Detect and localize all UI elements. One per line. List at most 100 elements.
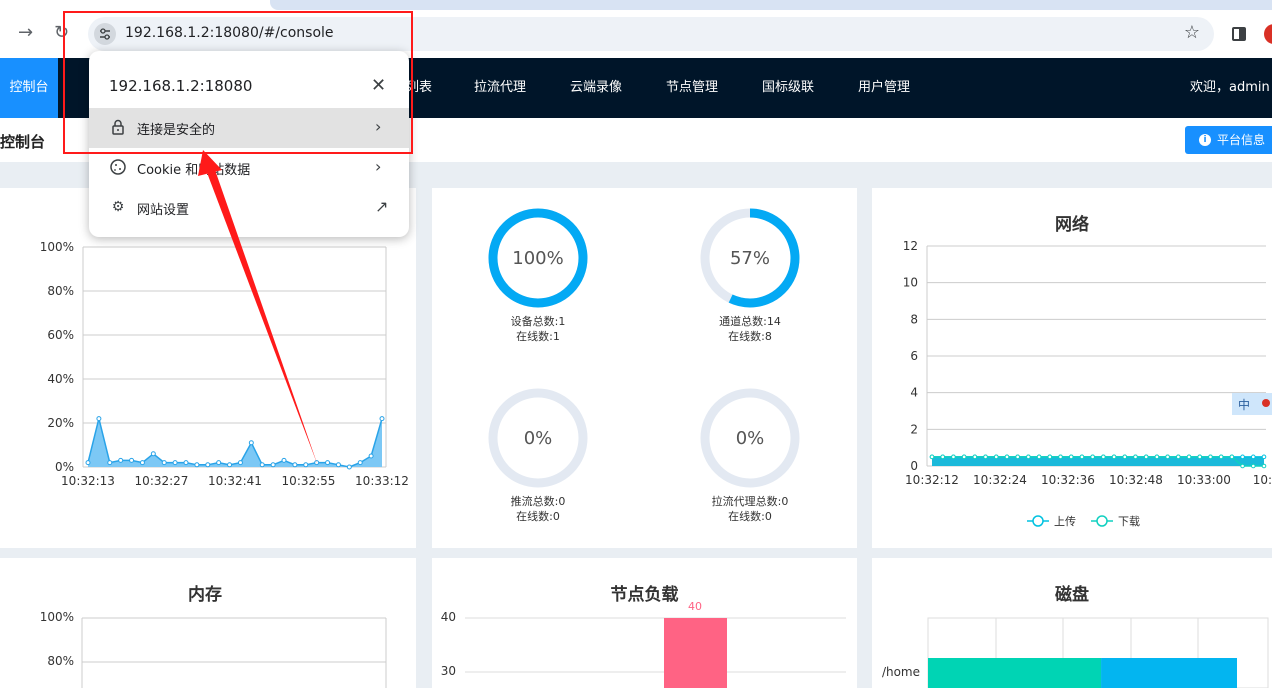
page-title: 控制台 [0,133,46,151]
net-ytick: 4 [910,386,918,400]
cpu-point [216,460,222,466]
stat-label: 拉流代理总数:0 在线数:0 [690,494,810,524]
net-point [1250,463,1256,469]
cpu-point [118,457,124,463]
net-point [1004,454,1010,460]
legend-marker [1032,515,1044,527]
nav-item-user-manage[interactable]: 用户管理 [858,58,910,118]
cpu-panel: 100% 80% 60% 40% 20% 0% 10:32:13 10:32:27 10:32:… [0,188,416,548]
node-ytick: 30 [441,664,456,678]
net-point [1250,454,1256,460]
stat-total: 推流总数:0 [510,495,566,508]
stat-total: 通道总数:14 [719,315,781,328]
stat-online: 在线数:0 [728,510,772,523]
cpu-point [379,416,385,422]
cpu-point [314,460,320,466]
net-point [1240,463,1245,469]
net-point [1186,454,1192,460]
net-ytick: 8 [910,312,918,326]
net-ytick: 12 [903,239,918,253]
net-point [1240,454,1245,460]
node-load-bar [664,618,727,688]
platform-info-button[interactable]: i 平台信息 [1185,126,1272,154]
cpu-ytick: 40% [47,372,74,386]
nav-item-cloud-record[interactable]: 云端录像 [570,58,622,118]
net-point [1165,454,1170,460]
ime-dot-icon [1262,399,1270,407]
cpu-point [172,460,178,466]
cpu-point [259,462,265,468]
nav-item-node-manage[interactable]: 节点管理 [666,58,718,118]
stat-label: 设备总数:1 在线数:1 [478,314,598,344]
cpu-xtick: 10:32:41 [208,474,262,488]
cpu-xtick: 10:32:27 [135,474,189,488]
cpu-ytick: 60% [47,328,74,342]
ime-indicator[interactable]: 中 [1232,393,1272,415]
legend-marker [1096,515,1108,527]
stat-ring: 57% [700,208,800,308]
network-chart: 12 10 8 6 4 2 010:32:12 10:32:24 10:32:36 10:32:4… [903,239,1272,528]
cpu-chart: 100% 80% 60% 40% 20% 0%10:32:13 10:32:27 10:32:… [40,240,409,488]
stat-total: 拉流代理总数:0 [711,495,789,508]
ring-percent-text: 0% [736,428,765,449]
network-panel: 网络 12 10 8 6 4 2 0 10:32:12 10:32:24 10:32:36 10:3… [872,188,1272,548]
net-point [1090,454,1095,460]
net-xtick: 10:32:24 [973,473,1027,487]
welcome-text[interactable]: 欢迎，admin [1190,58,1270,118]
popup-row-label: 网站设置 [137,203,190,218]
stat-ring: 0% [700,388,800,488]
info-icon: i [1199,134,1211,146]
net-point [1111,454,1117,460]
popup-row-cookies[interactable]: Cookie 和网站数据 › [89,148,409,188]
node-load-chart: 40 30 40 [441,600,846,688]
stat-ring: 0% [488,388,588,488]
disk-used-bar [928,658,1102,688]
popup-row-label: Cookie 和网站数据 [137,163,251,178]
cookie-icon [109,158,127,176]
stat-online: 在线数:1 [516,330,560,343]
net-point [1101,454,1106,460]
net-point [983,454,988,460]
cpu-point [270,462,276,468]
net-point [1026,454,1031,460]
net-point [1015,454,1020,460]
cpu-point [227,462,233,468]
cpu-xtick: 10:32:55 [282,474,336,488]
cpu-ytick: 0% [55,460,74,474]
annotation-box [63,11,413,154]
cpu-ytick: 100% [40,240,74,254]
cpu-point [303,462,309,468]
stat-label: 推流总数:0 在线数:0 [478,494,598,524]
popup-row-site-settings[interactable]: ⚙ 网站设置 ↗ [89,188,409,228]
cpu-point [183,460,189,466]
side-panel-icon[interactable] [1232,27,1246,41]
bookmark-star-icon[interactable]: ☆ [1184,22,1200,43]
net-point [1058,454,1063,460]
stat-ring: 100% [488,208,588,308]
net-point [1261,463,1267,469]
cpu-point [281,457,287,463]
nav-item-pull-proxy[interactable]: 拉流代理 [474,58,526,118]
net-point [1208,454,1213,460]
profile-avatar[interactable] [1264,24,1272,44]
chevron-right-icon: › [375,157,382,176]
cpu-point [248,440,254,446]
legend-label: 上传 [1054,515,1076,528]
nav-item-console[interactable]: 控制台 [0,58,58,118]
cpu-point [194,462,200,468]
cpu-point [368,453,374,459]
stat-online: 在线数:0 [516,510,560,523]
forward-icon[interactable]: → [18,22,33,43]
net-xtick: 10:32:48 [1109,473,1163,487]
node-bar-label: 40 [688,600,702,613]
net-point [993,454,999,460]
memory-chart: 100% 80% [40,610,387,688]
net-point [1068,454,1074,460]
net-point [1036,454,1042,460]
cpu-point [357,460,363,466]
platform-info-label: 平台信息 [1217,133,1266,147]
nav-item-cascade[interactable]: 国标级联 [762,58,814,118]
cpu-point [139,460,145,466]
cpu-xtick: 10:33:12 [355,474,409,488]
net-point [1229,454,1235,460]
